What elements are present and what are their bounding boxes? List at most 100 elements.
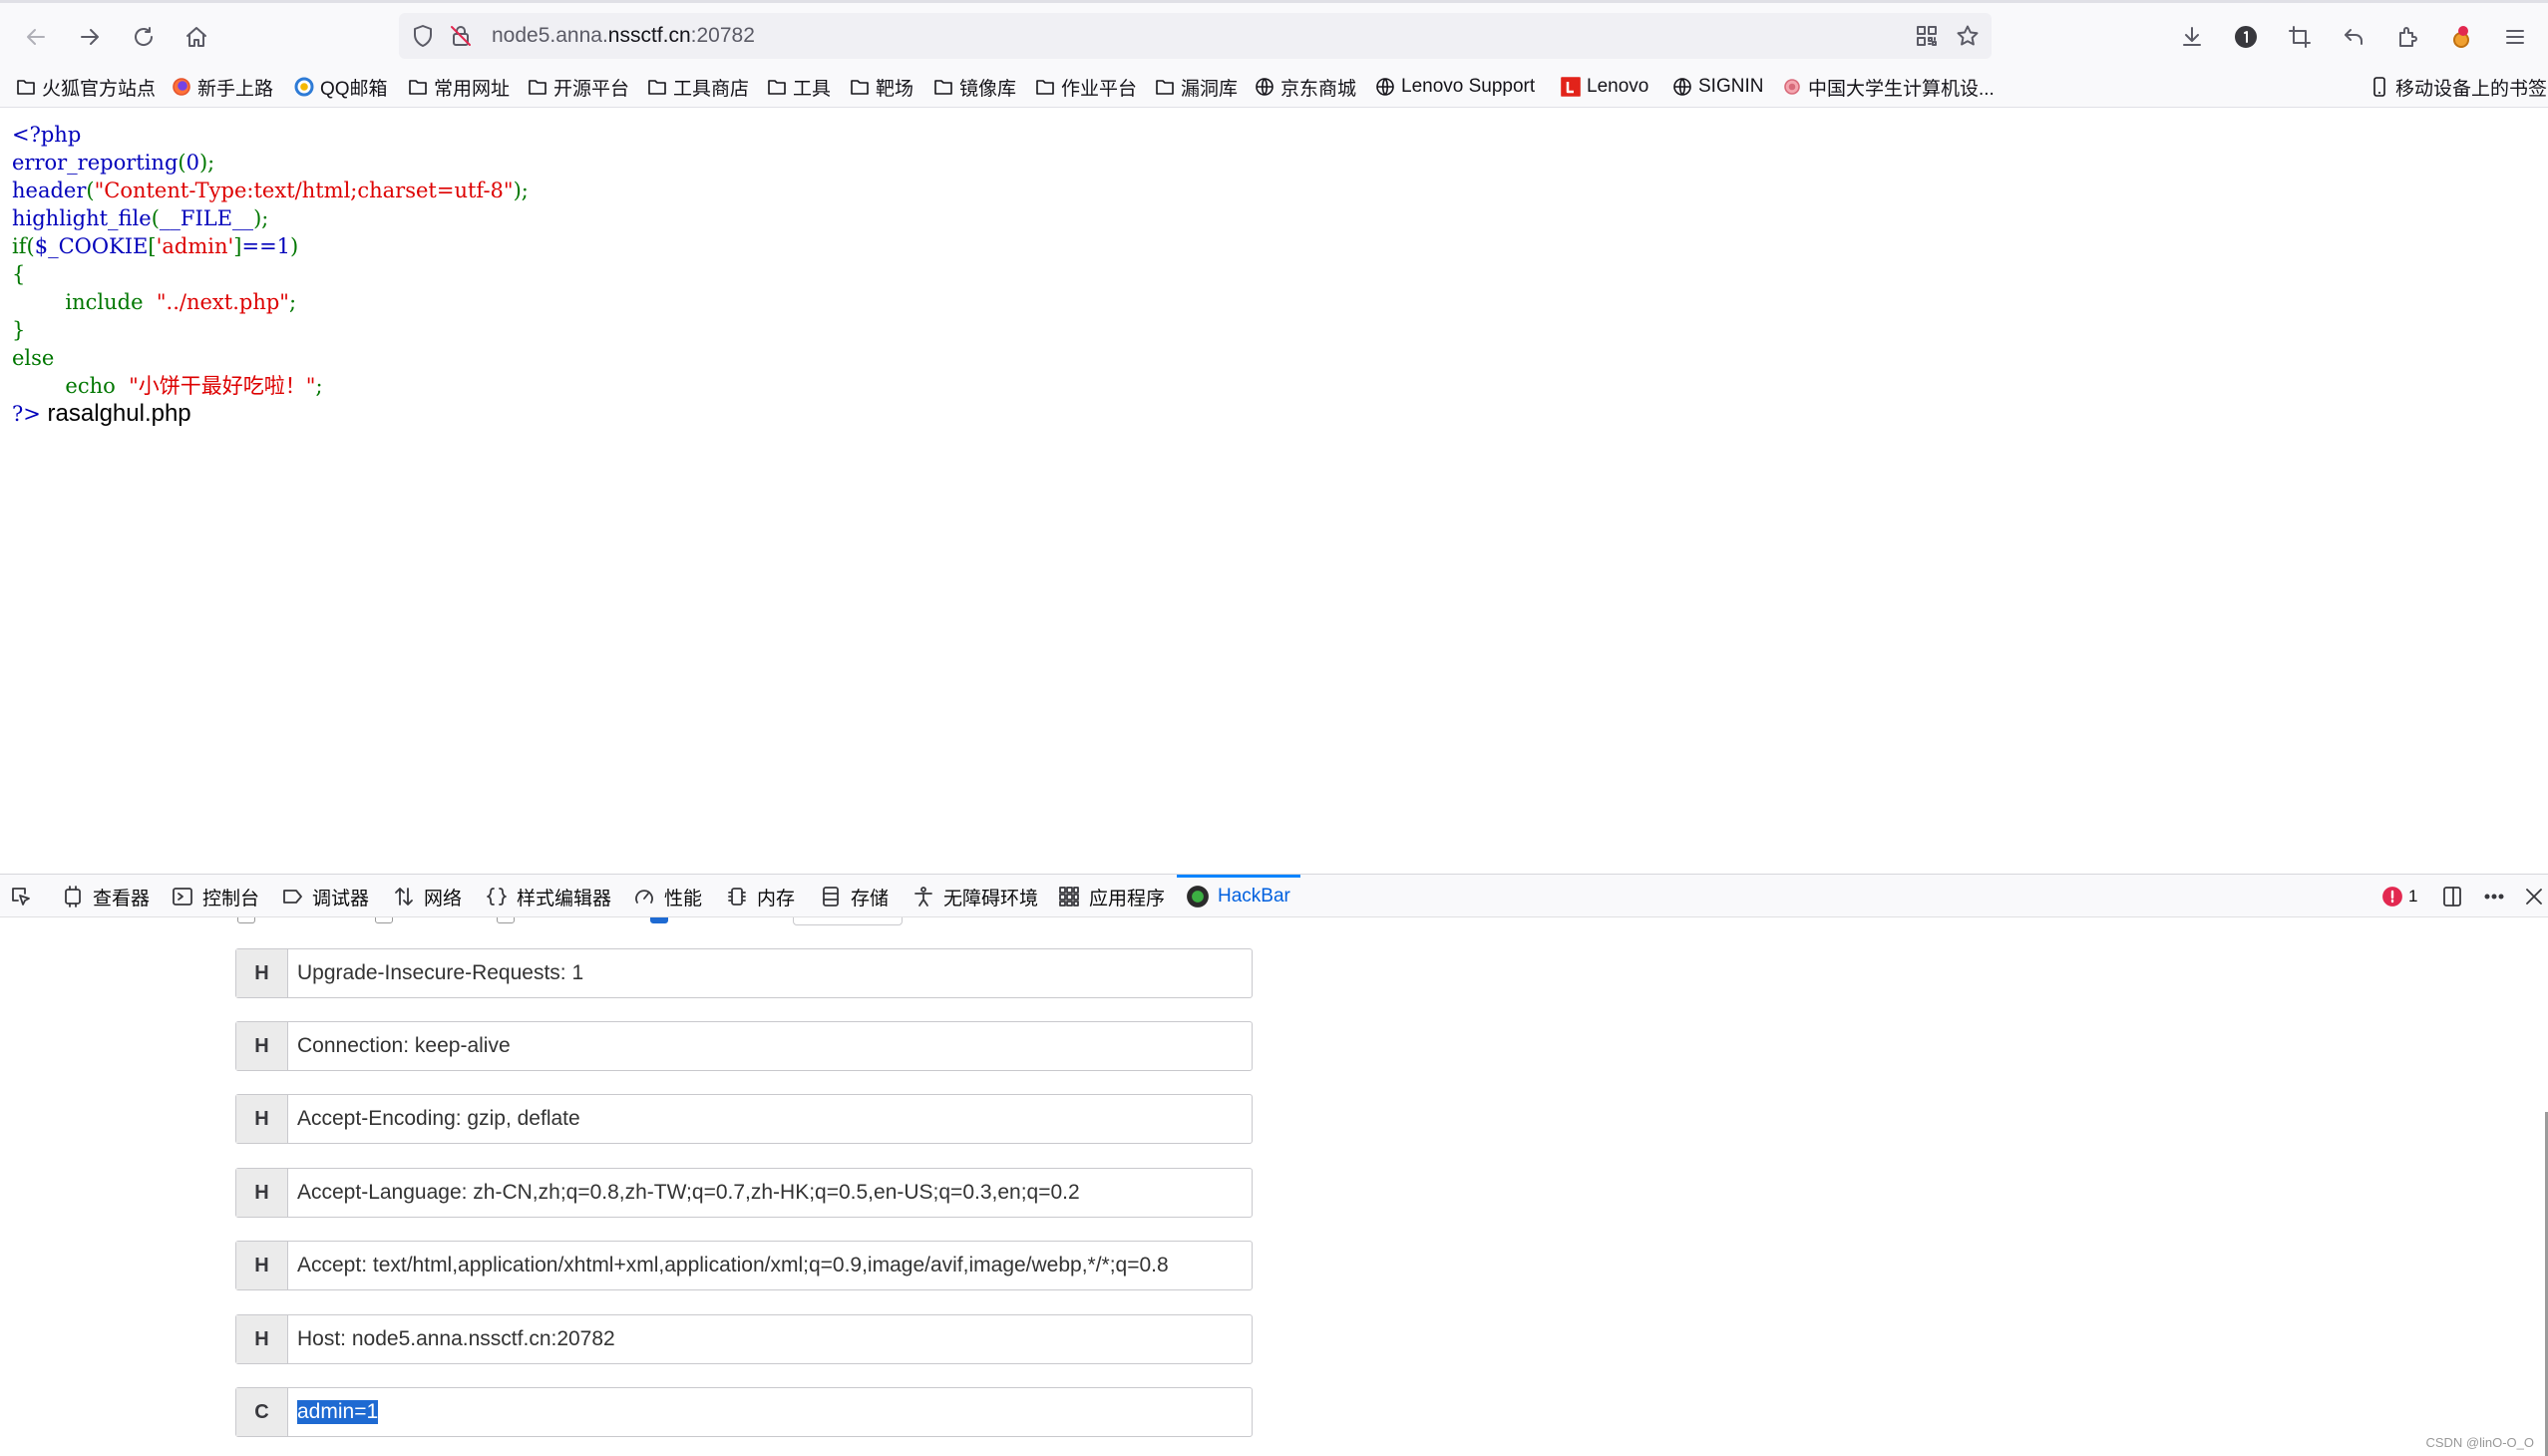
menu-button[interactable] <box>2495 17 2535 57</box>
back-button[interactable] <box>16 17 56 57</box>
cookie-type-tag[interactable]: C <box>236 1388 288 1436</box>
header-value-input[interactable]: Connection: keep-alive <box>288 1022 1252 1070</box>
header-type-tag[interactable]: H <box>236 1315 288 1363</box>
close-icon <box>2523 886 2545 908</box>
header-type-tag[interactable]: H <box>236 949 288 997</box>
cookie-row: C admin=1 <box>235 1387 1253 1437</box>
header-value-input[interactable]: Accept-Language: zh-CN,zh;q=0.8,zh-TW;q=… <box>288 1169 1252 1217</box>
tab-debugger[interactable]: 调试器 <box>281 875 369 918</box>
header-row-upgrade-insecure: H Upgrade-Insecure-Requests: 1 <box>235 948 1253 998</box>
checkbox-2[interactable] <box>375 917 393 923</box>
bookmark-link-12[interactable]: 京东商城 <box>1255 73 1356 101</box>
globe-icon <box>1255 77 1274 97</box>
folder-icon <box>1155 77 1175 97</box>
tab-performance[interactable]: 性能 <box>633 875 702 918</box>
page-output-text: rasalghul.php <box>47 400 191 427</box>
tab-console[interactable]: 控制台 <box>172 875 259 918</box>
tab-hackbar[interactable]: HackBar <box>1177 875 1300 918</box>
header-value-input[interactable]: Upgrade-Insecure-Requests: 1 <box>288 949 1252 997</box>
header-type-tag[interactable]: H <box>236 1095 288 1143</box>
qr-code-icon[interactable] <box>1915 24 1939 48</box>
element-picker-button[interactable] <box>10 875 41 918</box>
console-icon <box>172 886 193 908</box>
url-bar[interactable]: node5.anna.nssctf.cn:20782 <box>399 13 1992 59</box>
globe-icon <box>1672 77 1692 97</box>
bookmark-link-2[interactable]: 新手上路 <box>172 73 273 101</box>
devtools-toolbar: 查看器 控制台 调试器 网络 样式编辑器 性能 内存 存储 无障碍环境 应用程序… <box>0 874 2548 917</box>
bookmark-star-icon[interactable] <box>1956 24 1980 48</box>
header-value-input[interactable]: Accept-Encoding: gzip, deflate <box>288 1095 1252 1143</box>
bookmark-folder-4[interactable]: 常用网址 <box>408 73 510 101</box>
shield-icon[interactable] <box>411 24 435 48</box>
bookmark-link-3[interactable]: QQ邮箱 <box>294 73 388 101</box>
tab-storage[interactable]: 存储 <box>820 875 889 918</box>
bookmark-link-14[interactable]: Lenovo <box>1561 73 1648 101</box>
network-arrows-icon <box>393 886 415 908</box>
grid-apps-icon <box>1058 886 1080 908</box>
extensions-button[interactable] <box>2387 17 2427 57</box>
tab-style-editor[interactable]: 样式编辑器 <box>486 875 611 918</box>
screenshot-button[interactable] <box>2280 17 2320 57</box>
hamburger-menu-icon <box>2506 30 2524 44</box>
bookmark-folder-8[interactable]: 靶场 <box>850 73 913 101</box>
header-type-tag[interactable]: H <box>236 1242 288 1289</box>
arrow-left-icon <box>27 29 45 45</box>
bookmark-folder-1[interactable]: 火狐官方站点 <box>16 73 156 101</box>
bookmark-link-13[interactable]: Lenovo Support <box>1375 73 1535 101</box>
mobile-bookmarks[interactable]: 移动设备上的书签 <box>2369 73 2547 101</box>
devtools-more-button[interactable] <box>2483 875 2514 918</box>
bookmark-folder-5[interactable]: 开源平台 <box>528 73 629 101</box>
insecure-lock-icon[interactable] <box>449 24 473 48</box>
password-manager-icon <box>2235 26 2257 48</box>
inspector-icon <box>62 886 84 908</box>
tab-application[interactable]: 应用程序 <box>1058 875 1165 918</box>
globe-icon <box>1375 77 1395 97</box>
reload-button[interactable] <box>124 17 164 57</box>
lenovo-icon <box>1561 77 1581 97</box>
folder-icon <box>850 77 870 97</box>
folder-icon <box>1035 77 1055 97</box>
bookmark-link-15[interactable]: SIGNIN <box>1672 73 1763 101</box>
checkbox-1[interactable] <box>237 917 255 923</box>
home-button[interactable] <box>177 17 216 57</box>
downloads-button[interactable] <box>2172 17 2212 57</box>
devtools-close-button[interactable] <box>2523 875 2548 918</box>
dock-side-button[interactable] <box>2441 875 2472 918</box>
hackbar-logo-icon <box>1187 886 1209 908</box>
account-avatar-button[interactable] <box>2441 17 2481 57</box>
bookmark-folder-6[interactable]: 工具商店 <box>647 73 749 101</box>
error-icon <box>2381 886 2403 908</box>
header-type-tag[interactable]: H <box>236 1169 288 1217</box>
qqmail-icon <box>294 77 314 97</box>
bookmark-folder-7[interactable]: 工具 <box>767 73 831 101</box>
error-count-badge[interactable]: 1 <box>2381 875 2417 918</box>
tab-inspector[interactable]: 查看器 <box>62 875 150 918</box>
bookmark-folder-11[interactable]: 漏洞库 <box>1155 73 1238 101</box>
page-content: <?php error_reporting(0); header("Conten… <box>0 108 2548 874</box>
header-row-accept: H Accept: text/html,application/xhtml+xm… <box>235 1241 1253 1290</box>
forward-button[interactable] <box>70 17 110 57</box>
folder-icon <box>647 77 667 97</box>
braces-icon <box>486 886 508 908</box>
bookmark-link-16[interactable]: 中国大学生计算机设... <box>1782 73 1995 101</box>
undo-button[interactable] <box>2334 17 2373 57</box>
dropdown-select[interactable] <box>793 917 903 925</box>
header-row-accept-language: H Accept-Language: zh-CN,zh;q=0.8,zh-TW;… <box>235 1168 1253 1218</box>
cookie-value-input[interactable]: admin=1 <box>288 1388 1252 1436</box>
bookmark-folder-9[interactable]: 镜像库 <box>933 73 1016 101</box>
header-type-tag[interactable]: H <box>236 1022 288 1070</box>
tab-network[interactable]: 网络 <box>393 875 462 918</box>
tab-memory[interactable]: 内存 <box>726 875 795 918</box>
header-row-connection: H Connection: keep-alive <box>235 1021 1253 1071</box>
bookmark-folder-10[interactable]: 作业平台 <box>1035 73 1137 101</box>
home-icon <box>186 27 206 47</box>
header-value-input[interactable]: Accept: text/html,application/xhtml+xml,… <box>288 1242 1252 1289</box>
hackbar-panel: H Upgrade-Insecure-Requests: 1 H Connect… <box>0 917 2548 1456</box>
checkbox-4-checked[interactable] <box>650 917 668 923</box>
password-manager-button[interactable] <box>2226 17 2266 57</box>
checkbox-3[interactable] <box>497 917 515 923</box>
url-text[interactable]: node5.anna.nssctf.cn:20782 <box>492 24 755 48</box>
header-value-input[interactable]: Host: node5.anna.nssctf.cn:20782 <box>288 1315 1252 1363</box>
flower-icon <box>1782 77 1802 97</box>
tab-accessibility[interactable]: 无障碍环境 <box>912 875 1038 918</box>
